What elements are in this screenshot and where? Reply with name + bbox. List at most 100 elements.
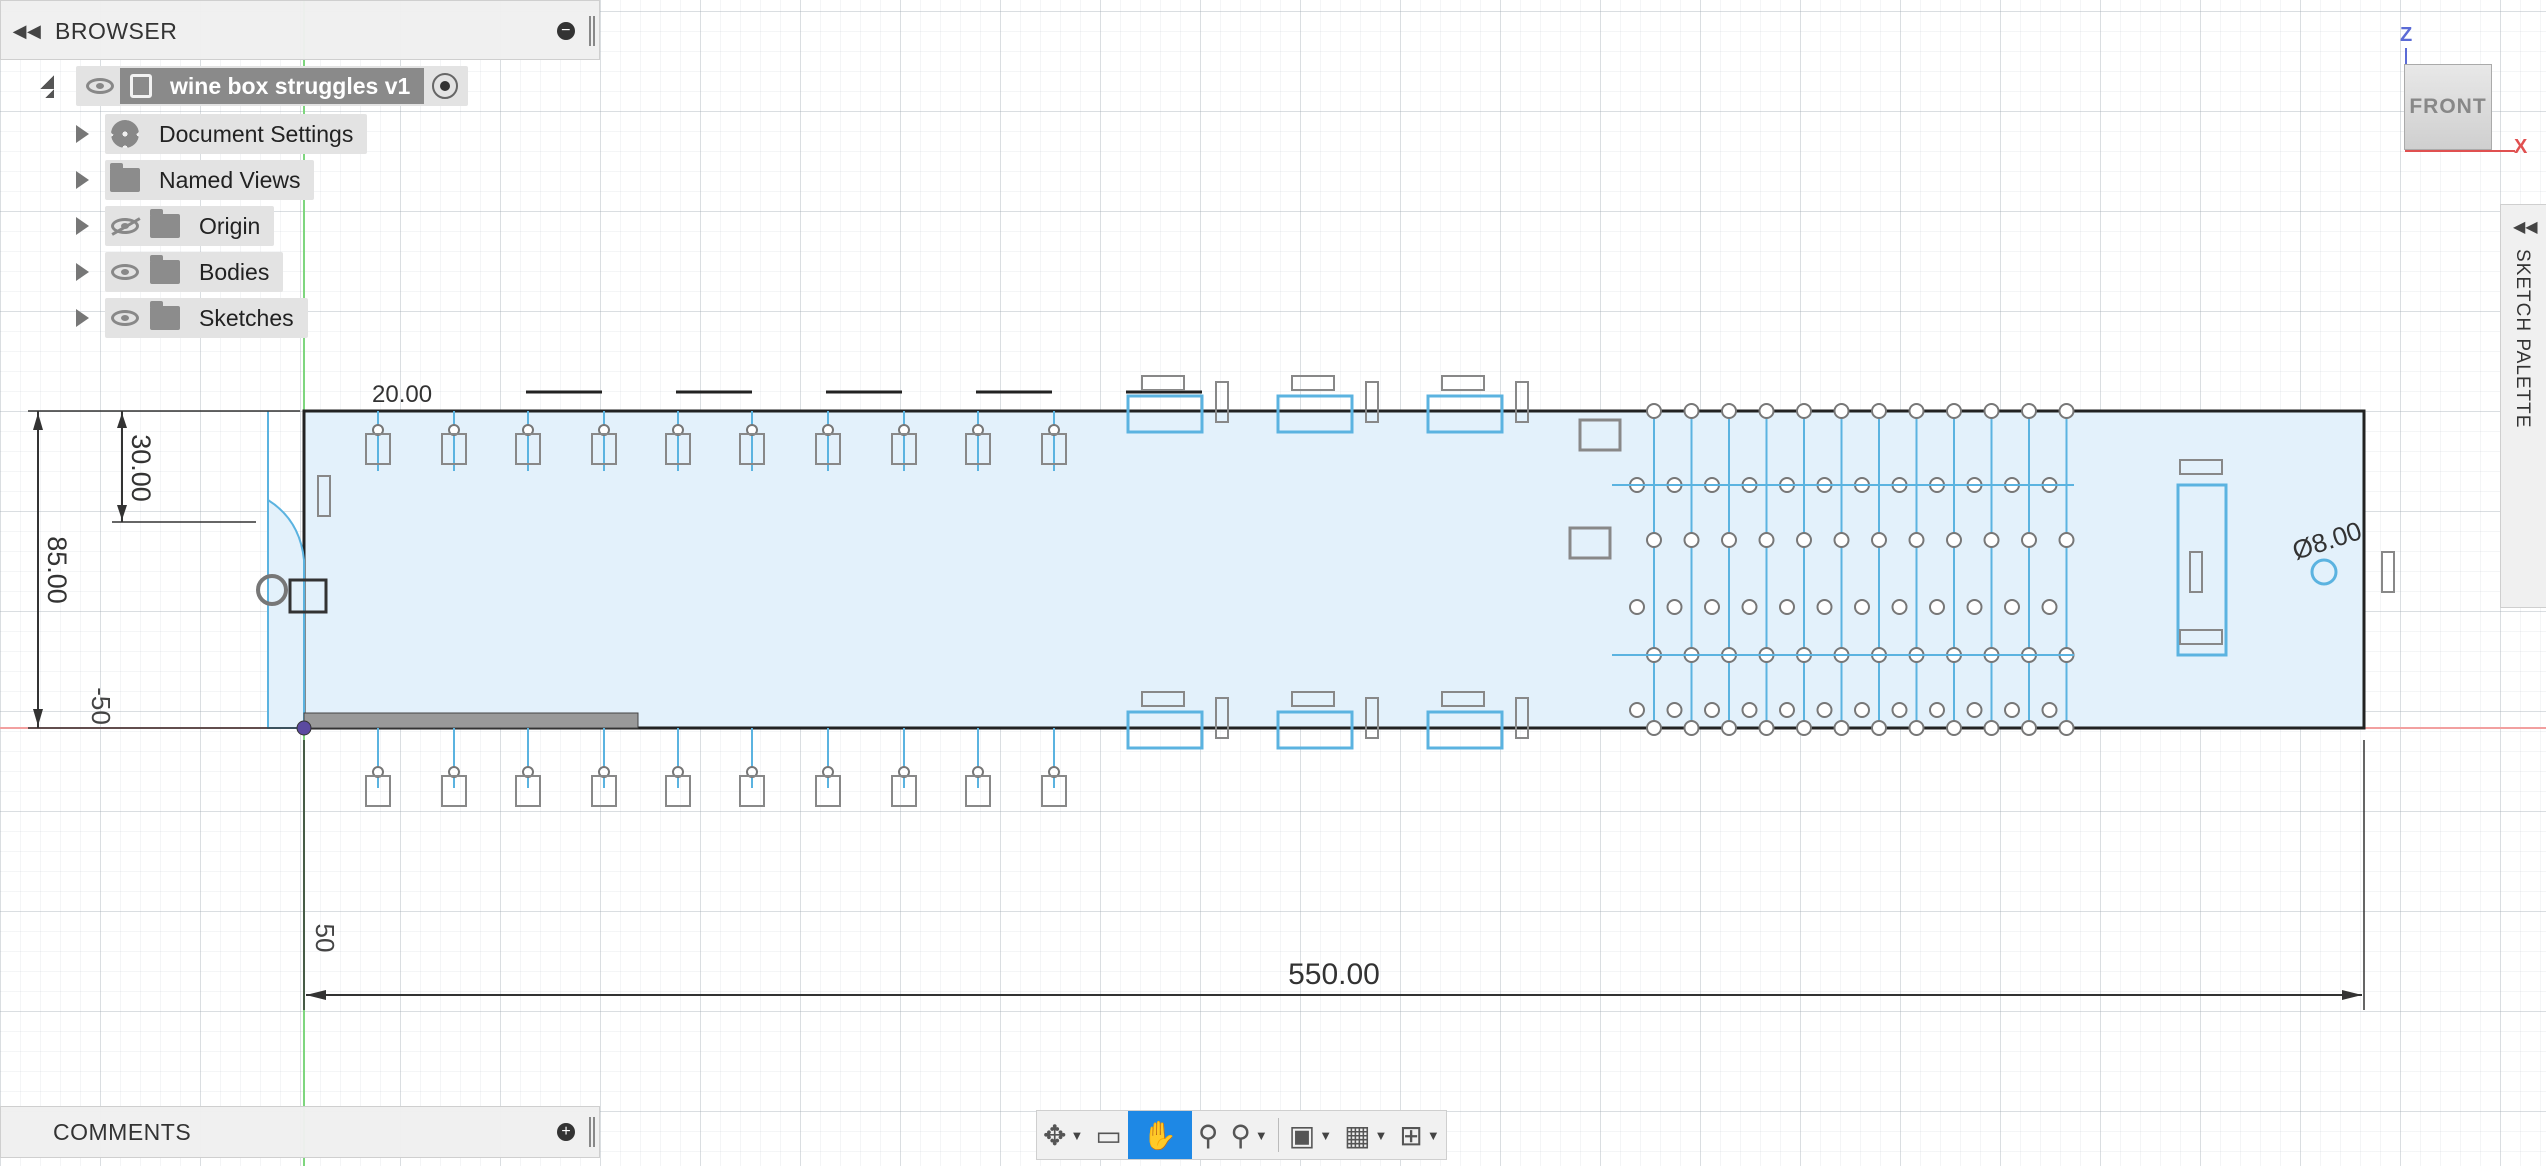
grid-point[interactable] — [1629, 599, 1645, 615]
minus-circle-icon[interactable]: − — [557, 22, 575, 40]
grid-point[interactable] — [2004, 599, 2020, 615]
grid-point[interactable] — [1908, 720, 1925, 736]
grid-point[interactable] — [1983, 720, 2000, 736]
grid-point[interactable] — [2004, 702, 2020, 718]
grid-point[interactable] — [1721, 532, 1737, 548]
grid-point[interactable] — [2021, 403, 2037, 419]
grid-point[interactable] — [1871, 403, 1887, 419]
grid-point[interactable] — [1646, 532, 1662, 548]
expand-triangle-icon[interactable] — [76, 125, 89, 143]
eye-icon[interactable] — [80, 66, 120, 106]
orbit-icon[interactable]: ✥ ▼ — [1037, 1111, 1089, 1159]
grid-point[interactable] — [1833, 720, 1850, 736]
double-chevron-left-icon[interactable]: ◀◀ — [2513, 217, 2538, 237]
grid-icon[interactable]: ▦ ▼ — [1338, 1111, 1393, 1159]
sketch-palette-tab[interactable]: ◀◀ SKETCH PALETTE — [2500, 204, 2546, 608]
grid-point[interactable] — [2041, 599, 2058, 615]
grid-point[interactable] — [1796, 720, 1812, 736]
tree-root[interactable]: wine box struggles v1 — [40, 64, 469, 108]
grid-point[interactable] — [1666, 599, 1683, 615]
grid-point[interactable] — [1966, 702, 1983, 718]
grid-point[interactable] — [1946, 720, 1962, 736]
expand-triangle-icon[interactable] — [76, 217, 89, 235]
grid-point[interactable] — [1758, 532, 1775, 548]
grid-point[interactable] — [1629, 702, 1645, 718]
plus-circle-icon[interactable]: + — [557, 1123, 575, 1141]
tree-item-bodies[interactable]: Bodies — [76, 250, 284, 294]
grid-point[interactable] — [1779, 702, 1795, 718]
grid-point[interactable] — [1833, 403, 1850, 419]
viewports-icon[interactable]: ⊞ ▼ — [1393, 1111, 1445, 1159]
tree-item-sketches[interactable]: Sketches — [76, 296, 308, 340]
tree-item-origin[interactable]: Origin — [76, 204, 275, 248]
grid-point[interactable] — [1704, 599, 1720, 615]
grid-point[interactable] — [1946, 532, 1962, 548]
grid-point[interactable] — [2021, 532, 2037, 548]
activate-radio-icon[interactable] — [432, 73, 459, 99]
tree-item-named-views[interactable]: Named Views — [76, 158, 315, 202]
grid-point[interactable] — [1646, 720, 1662, 736]
grid-point[interactable] — [1683, 403, 1700, 419]
grid-point[interactable] — [1796, 403, 1812, 419]
grid-point[interactable] — [1891, 599, 1908, 615]
expand-triangle-icon[interactable] — [76, 263, 89, 281]
view-cube-front-face[interactable]: FRONT — [2404, 64, 2492, 150]
grid-point[interactable] — [1758, 403, 1775, 419]
grid-point[interactable] — [2058, 403, 2075, 419]
constraint-glyph[interactable] — [1291, 375, 1335, 391]
tree-item-document-settings[interactable]: Document Settings — [76, 112, 368, 156]
grid-point[interactable] — [2058, 720, 2075, 736]
fit-icon[interactable]: ⚲ ▼ — [1224, 1111, 1273, 1159]
look-at-icon[interactable]: ▭ — [1089, 1111, 1127, 1159]
comments-panel[interactable]: COMMENTS + — [0, 1106, 600, 1158]
grid-point[interactable] — [1704, 702, 1720, 718]
constraint-glyph[interactable] — [1441, 375, 1485, 391]
dimension-30[interactable]: 30.00 — [112, 411, 256, 523]
grid-point[interactable] — [1721, 720, 1737, 736]
main-profile[interactable] — [302, 409, 2366, 730]
grid-point[interactable] — [1683, 532, 1700, 548]
dimension-550[interactable]: 550.00 — [303, 740, 2365, 1010]
grid-point[interactable] — [1758, 720, 1775, 736]
grid-point[interactable] — [1854, 599, 1870, 615]
grid-point[interactable] — [1983, 532, 2000, 548]
dimension-neg50-label[interactable]: -50 — [86, 687, 116, 725]
grid-point[interactable] — [1779, 599, 1795, 615]
document-name[interactable]: wine box struggles v1 — [120, 68, 425, 104]
constraint-glyph[interactable] — [2381, 551, 2395, 593]
double-chevron-left-icon[interactable]: ◀◀ — [7, 21, 47, 42]
expand-triangle-icon[interactable] — [76, 309, 89, 327]
grid-point[interactable] — [1929, 702, 1945, 718]
grid-point[interactable] — [1741, 599, 1758, 615]
grid-point[interactable] — [1721, 403, 1737, 419]
grid-point[interactable] — [1908, 403, 1925, 419]
expand-triangle-icon[interactable] — [76, 171, 89, 189]
grid-point[interactable] — [1908, 532, 1925, 548]
grid-point[interactable] — [1741, 702, 1758, 718]
grid-point[interactable] — [1796, 532, 1812, 548]
grid-point[interactable] — [1871, 720, 1887, 736]
grid-point[interactable] — [1683, 720, 1700, 736]
grid-point[interactable] — [1983, 403, 2000, 419]
eye-icon[interactable] — [105, 252, 145, 292]
panel-grip-handle[interactable] — [589, 1117, 595, 1147]
origin-point[interactable] — [296, 720, 312, 736]
dimension-50-label[interactable]: 50 — [310, 924, 340, 953]
dimension-85[interactable]: 85.00 — [28, 410, 300, 729]
left-slot-profile[interactable] — [267, 411, 305, 729]
eye-icon[interactable] — [105, 298, 145, 338]
grid-point[interactable] — [1833, 532, 1850, 548]
grid-point[interactable] — [1816, 599, 1833, 615]
pan-icon[interactable]: ✋ — [1127, 1111, 1192, 1159]
view-cube[interactable]: Z X FRONT — [2380, 20, 2530, 160]
display-settings-icon[interactable]: ▣ ▼ — [1283, 1111, 1338, 1159]
grid-point[interactable] — [2021, 720, 2037, 736]
grid-point[interactable] — [2058, 532, 2075, 548]
grid-point[interactable] — [1871, 532, 1887, 548]
dimension-20-label[interactable]: 20.00 — [372, 381, 432, 408]
zoom-icon[interactable]: ⚲ — [1192, 1111, 1225, 1159]
panel-grip-handle[interactable] — [589, 16, 595, 46]
constraint-glyph[interactable] — [1141, 375, 1185, 391]
grid-point[interactable] — [1646, 403, 1662, 419]
grid-point[interactable] — [1966, 599, 1983, 615]
